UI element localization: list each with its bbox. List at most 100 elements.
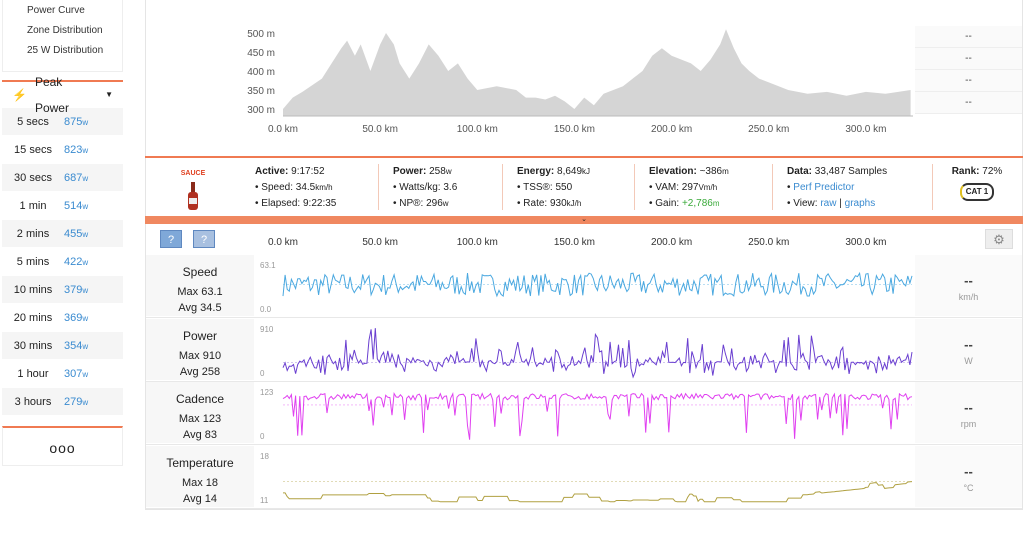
- x-tick-label: 300.0 km: [845, 124, 886, 135]
- stream-current-value: -- W: [915, 318, 1022, 380]
- distance-tick-label: 250.0 km: [748, 237, 789, 248]
- stream-label-speed: Speed Max 63.1 Avg 34.5: [146, 255, 254, 316]
- peak-power-dropdown[interactable]: ⚡ Peak Power ▼: [2, 75, 123, 115]
- peak-value: 369w: [64, 311, 89, 324]
- y-tick-label: 300 m: [247, 105, 275, 116]
- stream-line: [282, 271, 913, 298]
- peak-value: 875w: [64, 115, 89, 128]
- menu-power-curve[interactable]: Power Curve: [3, 4, 122, 24]
- peak-row[interactable]: 30 mins 354w: [2, 332, 123, 360]
- x-tick-label: 200.0 km: [651, 124, 692, 135]
- peak-value: 279w: [64, 395, 89, 408]
- peak-duration: 2 mins: [16, 227, 50, 240]
- cat-badge-icon[interactable]: CAT 1: [959, 183, 995, 201]
- peak-row[interactable]: 3 hours 279w: [2, 388, 123, 416]
- stream-label-temperature: Temperature Max 18 Avg 14: [146, 445, 254, 507]
- peak-row[interactable]: 10 mins 379w: [2, 276, 123, 304]
- distance-tick-label: 0.0 km: [268, 237, 298, 248]
- stream-current-value: -- °C: [915, 445, 1022, 507]
- menu-25w-distribution[interactable]: 25 W Distribution: [3, 44, 122, 64]
- elevation-area: [283, 29, 911, 117]
- stream-max: Max 123: [178, 413, 222, 425]
- x-tick-label: 150.0 km: [554, 124, 595, 135]
- y-tick-label: 500 m: [247, 29, 275, 40]
- x-tick-label: 100.0 km: [457, 124, 498, 135]
- sauce-logo: SAUCE: [145, 164, 241, 210]
- distance-tick-label: 150.0 km: [554, 237, 595, 248]
- peak-row[interactable]: 15 secs 823w: [2, 136, 123, 164]
- stream-name: Speed: [182, 265, 218, 279]
- stream-chart-temperature[interactable]: 1811: [256, 446, 916, 507]
- stat-elevation: Elevation: ~386m • VAM: 297Vm/h • Gain: …: [635, 164, 773, 210]
- distance-tick-label: 100.0 km: [457, 237, 498, 248]
- sidebar: Power Curve Zone Distribution 25 W Distr…: [2, 0, 123, 466]
- peak-row[interactable]: 2 mins 455w: [2, 220, 123, 248]
- chevron-down-icon: ⌄: [581, 216, 587, 223]
- x-tick-label: 0.0 km: [268, 124, 298, 135]
- peak-value: 422w: [64, 255, 89, 268]
- distance-tick-label: 50.0 km: [362, 237, 398, 248]
- y-min-label: 11: [260, 496, 269, 505]
- peak-duration: 1 hour: [17, 367, 49, 380]
- sauce-bottle-icon: [188, 182, 198, 210]
- perf-predictor-link[interactable]: Perf Predictor: [793, 182, 854, 193]
- peak-duration: 20 mins: [13, 311, 53, 324]
- lightning-icon: ⚡: [12, 88, 27, 102]
- row-divider: [146, 507, 1022, 509]
- y-tick-label: 400 m: [247, 67, 275, 78]
- x-tick-label: 50.0 km: [362, 124, 398, 135]
- elevation-side-value: --: [915, 70, 1022, 92]
- y-min-label: 0: [260, 369, 265, 378]
- distance-tick-label: 300.0 km: [845, 237, 886, 248]
- menu-zone-distribution[interactable]: Zone Distribution: [3, 24, 122, 44]
- peak-power-panel: ⚡ Peak Power ▼ 5 secs 875w 15 secs 823w 30 s…: [2, 75, 123, 416]
- peak-row[interactable]: 30 secs 687w: [2, 164, 123, 192]
- y-min-label: 0.0: [260, 305, 272, 314]
- peak-duration: 5 mins: [16, 255, 50, 268]
- elevation-side-value: --: [915, 26, 1022, 48]
- view-raw-link[interactable]: raw: [820, 198, 836, 209]
- stat-power: Power: 258w • Watts/kg: 3.6 • NP®: 296w: [379, 164, 503, 210]
- peak-duration: 30 secs: [14, 171, 52, 184]
- peak-row[interactable]: 1 min 514w: [2, 192, 123, 220]
- peak-row[interactable]: 1 hour 307w: [2, 360, 123, 388]
- stream-name: Power: [182, 328, 217, 343]
- y-max-label: 63.1: [260, 261, 276, 270]
- stream-max: Max 18: [181, 476, 219, 489]
- peak-duration: 30 mins: [13, 339, 53, 352]
- peak-value: 354w: [64, 339, 89, 352]
- stream-current-value: -- rpm: [915, 382, 1022, 443]
- collapse-toggle[interactable]: ⌄: [145, 216, 1023, 224]
- peak-row[interactable]: 5 mins 422w: [2, 248, 123, 276]
- stat-energy: Energy: 8,649kJ • TSS®: 550 • Rate: 930k…: [503, 164, 635, 210]
- stream-chart-power[interactable]: 910 0: [256, 319, 916, 380]
- peak-duration: 10 mins: [13, 283, 53, 296]
- peak-power-title: Peak Power: [34, 75, 69, 115]
- stream-name: Temperature: [166, 455, 234, 470]
- stream-label-cadence: Cadence Max 123 Avg 83: [146, 382, 254, 443]
- stream-name: Cadence: [175, 392, 225, 406]
- elevation-side-value: --: [915, 92, 1022, 114]
- more-button[interactable]: ooo: [2, 426, 123, 466]
- elevation-chart: 500 m 450 m 400 m 350 m 300 m 0.0 km 50.0 km 10…: [247, 29, 913, 135]
- view-graphs-link[interactable]: graphs: [845, 198, 876, 209]
- stream-max: Max 910: [178, 349, 222, 362]
- y-max-label: 18: [260, 452, 269, 461]
- peak-duration: 15 secs: [14, 143, 52, 156]
- x-tick-label: 250.0 km: [748, 124, 789, 135]
- peak-row[interactable]: 20 mins 369w: [2, 304, 123, 332]
- peak-value: 455w: [64, 227, 89, 240]
- stream-chart-speed[interactable]: 63.1 0.0: [256, 255, 916, 316]
- peak-duration: 3 hours: [14, 395, 52, 408]
- peak-duration: 1 min: [19, 199, 47, 212]
- stream-line: [282, 391, 913, 440]
- distance-axis: 0.0 km 50.0 km 100.0 km 150.0 km 200.0 km 250…: [268, 237, 886, 248]
- stat-data: Data: 33,487 Samples • Perf Predictor • …: [773, 164, 933, 210]
- stream-line: [283, 480, 913, 502]
- stream-max: Max 63.1: [177, 286, 223, 298]
- peak-value: 307w: [64, 367, 89, 380]
- y-min-label: 0: [260, 432, 265, 441]
- stream-avg: Avg 34.5: [178, 302, 222, 314]
- stream-chart-cadence[interactable]: 123 0: [256, 382, 916, 443]
- y-max-label: 910: [260, 325, 274, 334]
